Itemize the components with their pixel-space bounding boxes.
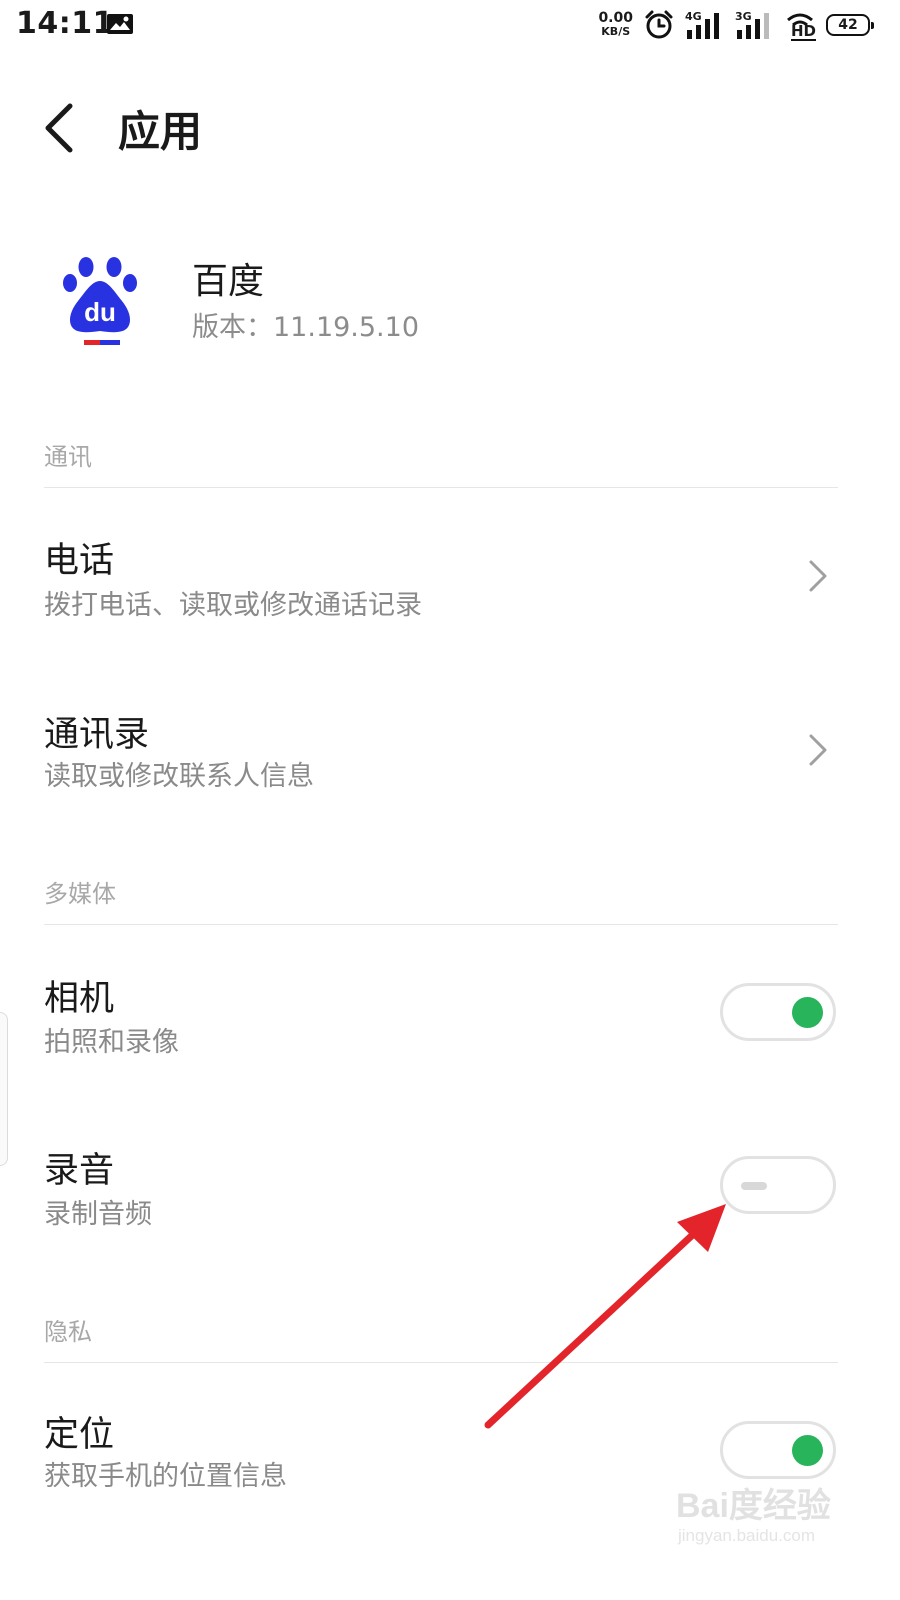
notification-image-icon xyxy=(107,14,133,34)
alarm-icon xyxy=(645,10,673,39)
network-speed-unit: KB/S xyxy=(601,25,631,38)
side-edge-handle[interactable] xyxy=(0,1012,8,1166)
status-icons: 0.00 KB/S 4G 3G HD 42 xyxy=(598,8,874,42)
permission-row-contacts[interactable]: 通讯录 读取或修改联系人信息 xyxy=(0,694,900,804)
permission-subtitle: 获取手机的位置信息 xyxy=(44,1461,287,1492)
baidu-jingyan-watermark: Bai度经验 jingyan.baidu.com xyxy=(676,1478,876,1558)
permission-row-phone[interactable]: 电话 拨打电话、读取或修改通话记录 xyxy=(0,520,900,630)
permission-subtitle: 录制音频 xyxy=(44,1199,152,1230)
microphone-permission-toggle[interactable] xyxy=(720,1156,836,1214)
network-speed: 0.00 KB/S xyxy=(598,11,633,39)
section-header-privacy: 隐私 xyxy=(44,1318,92,1346)
section-divider xyxy=(44,487,838,488)
status-time: 14:11 xyxy=(16,6,114,41)
baidu-logo-text: du xyxy=(84,297,116,327)
page-title: 应用 xyxy=(118,107,203,156)
location-permission-toggle[interactable] xyxy=(720,1421,836,1479)
section-divider xyxy=(44,1362,838,1363)
camera-permission-toggle[interactable] xyxy=(720,983,836,1041)
permission-title: 录音 xyxy=(44,1151,115,1191)
watermark-sub: jingyan.baidu.com xyxy=(678,1526,816,1545)
status-bar: 14:11 0.00 KB/S 4G 3G HD 42 xyxy=(0,0,900,52)
app-version: 版本：11.19.5.10 xyxy=(192,312,419,343)
permission-title: 通讯录 xyxy=(44,715,150,755)
toggle-knob-on xyxy=(792,997,823,1028)
permission-title: 电话 xyxy=(44,541,115,581)
chevron-right-icon xyxy=(809,734,827,766)
permission-subtitle: 拍照和录像 xyxy=(44,1027,179,1058)
permission-subtitle: 读取或修改联系人信息 xyxy=(44,761,314,792)
watermark-main: Bai度经验 xyxy=(676,1487,831,1525)
hd-voice-label: HD xyxy=(790,22,816,41)
back-arrow-icon[interactable] xyxy=(36,100,84,156)
toggle-knob-on xyxy=(792,1435,823,1466)
chevron-right-icon xyxy=(809,560,827,592)
battery-level: 42 xyxy=(838,17,858,33)
battery-icon: 42 xyxy=(826,14,874,36)
signal-4g-icon: 4G xyxy=(685,10,725,40)
section-divider xyxy=(44,924,838,925)
section-header-communication: 通讯 xyxy=(44,443,92,471)
permission-row-camera: 相机 拍照和录像 xyxy=(0,958,900,1068)
signal-3g-icon: 3G xyxy=(735,10,775,40)
permission-title: 相机 xyxy=(44,979,115,1019)
baidu-app-icon: du xyxy=(63,257,137,345)
network-speed-value: 0.00 xyxy=(598,10,633,26)
permission-row-microphone: 录音 录制音频 xyxy=(0,1130,900,1240)
permission-subtitle: 拨打电话、读取或修改通话记录 xyxy=(44,590,422,621)
section-header-multimedia: 多媒体 xyxy=(44,880,116,908)
permission-title: 定位 xyxy=(44,1415,115,1455)
app-name: 百度 xyxy=(192,261,265,302)
toggle-knob-off xyxy=(741,1182,767,1190)
